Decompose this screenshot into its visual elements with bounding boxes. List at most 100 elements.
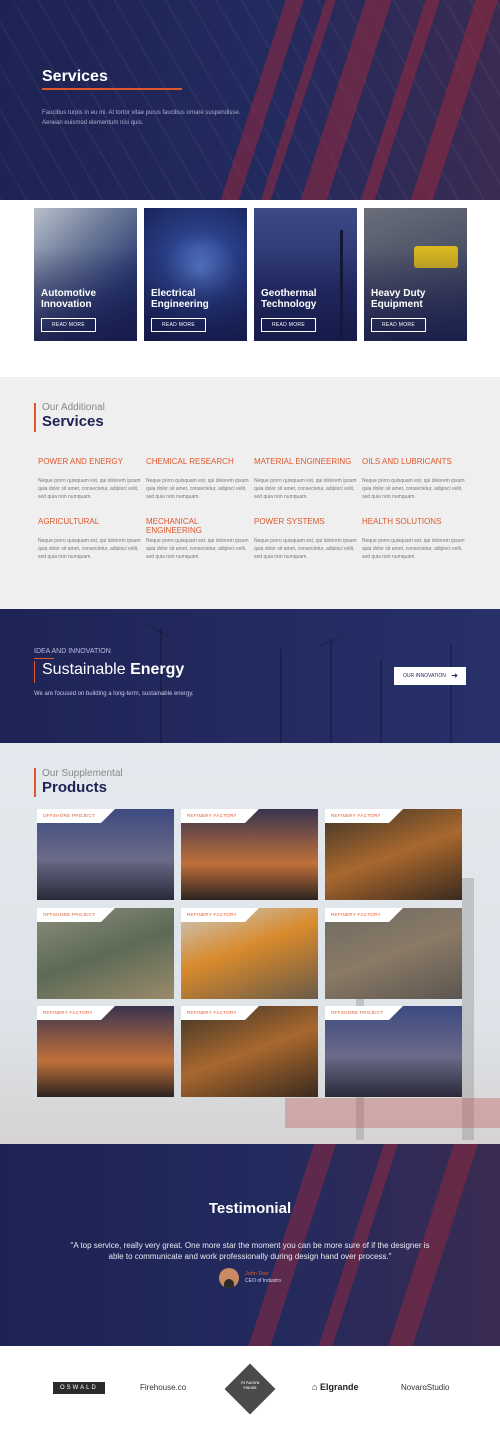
product-tag: REFINERY FACTORY (37, 1006, 115, 1020)
logo-novaro[interactable]: NovaroStudio (401, 1383, 449, 1392)
tag-label: REFINERY FACTORY (187, 813, 237, 818)
card-title: Electrical Engineering (151, 288, 209, 310)
heading-accent-bar (34, 768, 36, 797)
tag-label: OFFSHORE PROJECT (43, 912, 96, 917)
service-text: Neque porro quisquam est, qui dolorem ip… (146, 478, 249, 500)
service-text: Neque porro quisquam est, qui dolorem ip… (38, 538, 141, 560)
service-title: AGRICULTURAL (38, 517, 100, 526)
product-tag: REFINERY FACTORY (181, 1006, 259, 1020)
author-name: John Doe (245, 1271, 269, 1277)
service-item: MATERIAL ENGINEERING Neque porro quisqua… (254, 457, 362, 501)
tag-label: REFINERY FACTORY (187, 1010, 237, 1015)
product-card[interactable]: REFINERY FACTORY (325, 908, 462, 999)
button-label: OUR INNOVATION (403, 673, 446, 679)
energy-title-light: Sustainable (42, 661, 126, 678)
service-title: MATERIAL ENGINEERING (254, 457, 352, 466)
windmill-decor (380, 659, 382, 743)
read-more-button[interactable]: READ MORE (41, 318, 96, 332)
read-more-button[interactable]: READ MORE (371, 318, 426, 332)
service-card[interactable]: Geothermal Technology READ MORE (254, 208, 357, 341)
section-subtitle: Our Additional (42, 402, 105, 413)
tag-label: REFINERY FACTORY (331, 813, 381, 818)
product-card[interactable]: OFFSHORE PROJECT (37, 908, 174, 999)
windmill-decor (450, 644, 452, 743)
service-item: MECHANICAL ENGINEERING Neque porro quisq… (146, 517, 254, 561)
service-text: Neque porro quisquam est, qui dolorem ip… (254, 538, 357, 560)
our-innovation-button[interactable]: OUR INNOVATION ➜ (394, 667, 466, 685)
supplemental-products: Our Supplemental Products OFFSHORE PROJE… (0, 743, 500, 1144)
product-card[interactable]: OFFSHORE PROJECT (37, 809, 174, 900)
energy-banner: IDEA AND INNOVATION Sustainable Energy W… (0, 609, 500, 743)
product-card[interactable]: REFINERY FACTORY (325, 809, 462, 900)
energy-eyebrow: IDEA AND INNOVATION (34, 648, 111, 655)
page-title: Services (42, 68, 108, 85)
product-tag: REFINERY FACTORY (325, 809, 403, 823)
product-tag: REFINERY FACTORY (181, 809, 259, 823)
logo-firehouse[interactable]: Firehouse.co (140, 1383, 186, 1392)
product-card[interactable]: REFINERY FACTORY (37, 1006, 174, 1097)
service-text: Neque porro quisquam est, qui dolorem ip… (362, 478, 465, 500)
section-subtitle: Our Supplemental (42, 768, 123, 779)
product-tag: REFINERY FACTORY (181, 908, 259, 922)
energy-title-bold: Energy (130, 661, 185, 678)
eyebrow-line (34, 658, 54, 659)
card-title: Geothermal Technology (261, 288, 317, 310)
service-item: CHEMICAL RESEARCH Neque porro quisquam e… (146, 457, 254, 501)
author-role: CEO of Industro (245, 1278, 281, 1284)
product-card[interactable]: REFINERY FACTORY (181, 1006, 318, 1097)
service-card[interactable]: Heavy Duty Equipment READ MORE (364, 208, 467, 341)
section-title: Products (42, 779, 108, 796)
title-accent-bar (34, 661, 35, 683)
elgrande-label: Elgrande (319, 1382, 359, 1392)
product-tag: OFFSHORE PROJECT (325, 1006, 403, 1020)
services-hero: Services Faucibus turpis in eu mi. At to… (0, 0, 500, 200)
section-title: Services (42, 413, 104, 430)
service-title: MECHANICAL ENGINEERING (146, 517, 203, 535)
service-text: Neque porro quisquam est, qui dolorem ip… (38, 478, 141, 500)
arrow-right-icon: ➜ (451, 671, 458, 680)
service-text: Neque porro quisquam est, qui dolorem ip… (362, 538, 465, 560)
service-item: OILS AND LUBRICANTS Neque porro quisquam… (362, 457, 470, 501)
service-title: OILS AND LUBRICANTS (362, 457, 452, 466)
windmill-decor (160, 629, 162, 743)
product-card[interactable]: REFINERY FACTORY (181, 908, 318, 999)
windmill-decor (280, 649, 282, 743)
title-underline (42, 88, 182, 90)
service-card[interactable]: Automotive Innovation READ MORE (34, 208, 137, 341)
client-logos: OSWALD Firehouse.co At Aurora House ⌂ El… (0, 1346, 500, 1433)
testimonial-quote: "A top service, really very great. One m… (70, 1241, 430, 1261)
product-tag: REFINERY FACTORY (325, 908, 403, 922)
additional-services: Our Additional Services POWER AND ENERGY… (0, 377, 500, 609)
service-title: CHEMICAL RESEARCH (146, 457, 234, 466)
tag-label: REFINERY FACTORY (331, 912, 381, 917)
hero-description: Faucibus turpis in eu mi. At tortor vita… (42, 110, 241, 126)
product-card[interactable]: OFFSHORE PROJECT (325, 1006, 462, 1097)
product-card[interactable]: REFINERY FACTORY (181, 809, 318, 900)
elgrande-icon: ⌂ (312, 1382, 318, 1392)
logo-oswald[interactable]: OSWALD (53, 1382, 105, 1394)
service-text: Neque porro quisquam est, qui dolorem ip… (146, 538, 249, 560)
read-more-button[interactable]: READ MORE (261, 318, 316, 332)
avatar (219, 1268, 239, 1288)
energy-title: Sustainable Energy (42, 661, 184, 679)
read-more-button[interactable]: READ MORE (151, 318, 206, 332)
product-tag: OFFSHORE PROJECT (37, 809, 115, 823)
testimonial-section: Testimonial "A top service, really very … (0, 1144, 500, 1346)
card-title: Automotive Innovation (41, 288, 96, 310)
tag-label: REFINERY FACTORY (43, 1010, 93, 1015)
heading-accent-bar (34, 403, 36, 432)
building-decor (285, 1098, 500, 1128)
service-cards: Automotive Innovation READ MORE Electric… (0, 208, 500, 342)
service-item: POWER SYSTEMS Neque porro quisquam est, … (254, 517, 362, 561)
service-item: POWER AND ENERGY Neque porro quisquam es… (38, 457, 146, 501)
service-title: HEALTH SOLUTIONS (362, 517, 442, 526)
tag-label: REFINERY FACTORY (187, 912, 237, 917)
product-tag: OFFSHORE PROJECT (37, 908, 115, 922)
logo-aurora-text: At Aurora House (240, 1380, 260, 1390)
tag-label: OFFSHORE PROJECT (331, 1010, 384, 1015)
service-card[interactable]: Electrical Engineering READ MORE (144, 208, 247, 341)
logo-elgrande[interactable]: ⌂ Elgrande (312, 1382, 358, 1392)
service-title: POWER AND ENERGY (38, 457, 123, 466)
tag-label: OFFSHORE PROJECT (43, 813, 96, 818)
energy-description: We are focused on building a long-term, … (34, 691, 194, 697)
